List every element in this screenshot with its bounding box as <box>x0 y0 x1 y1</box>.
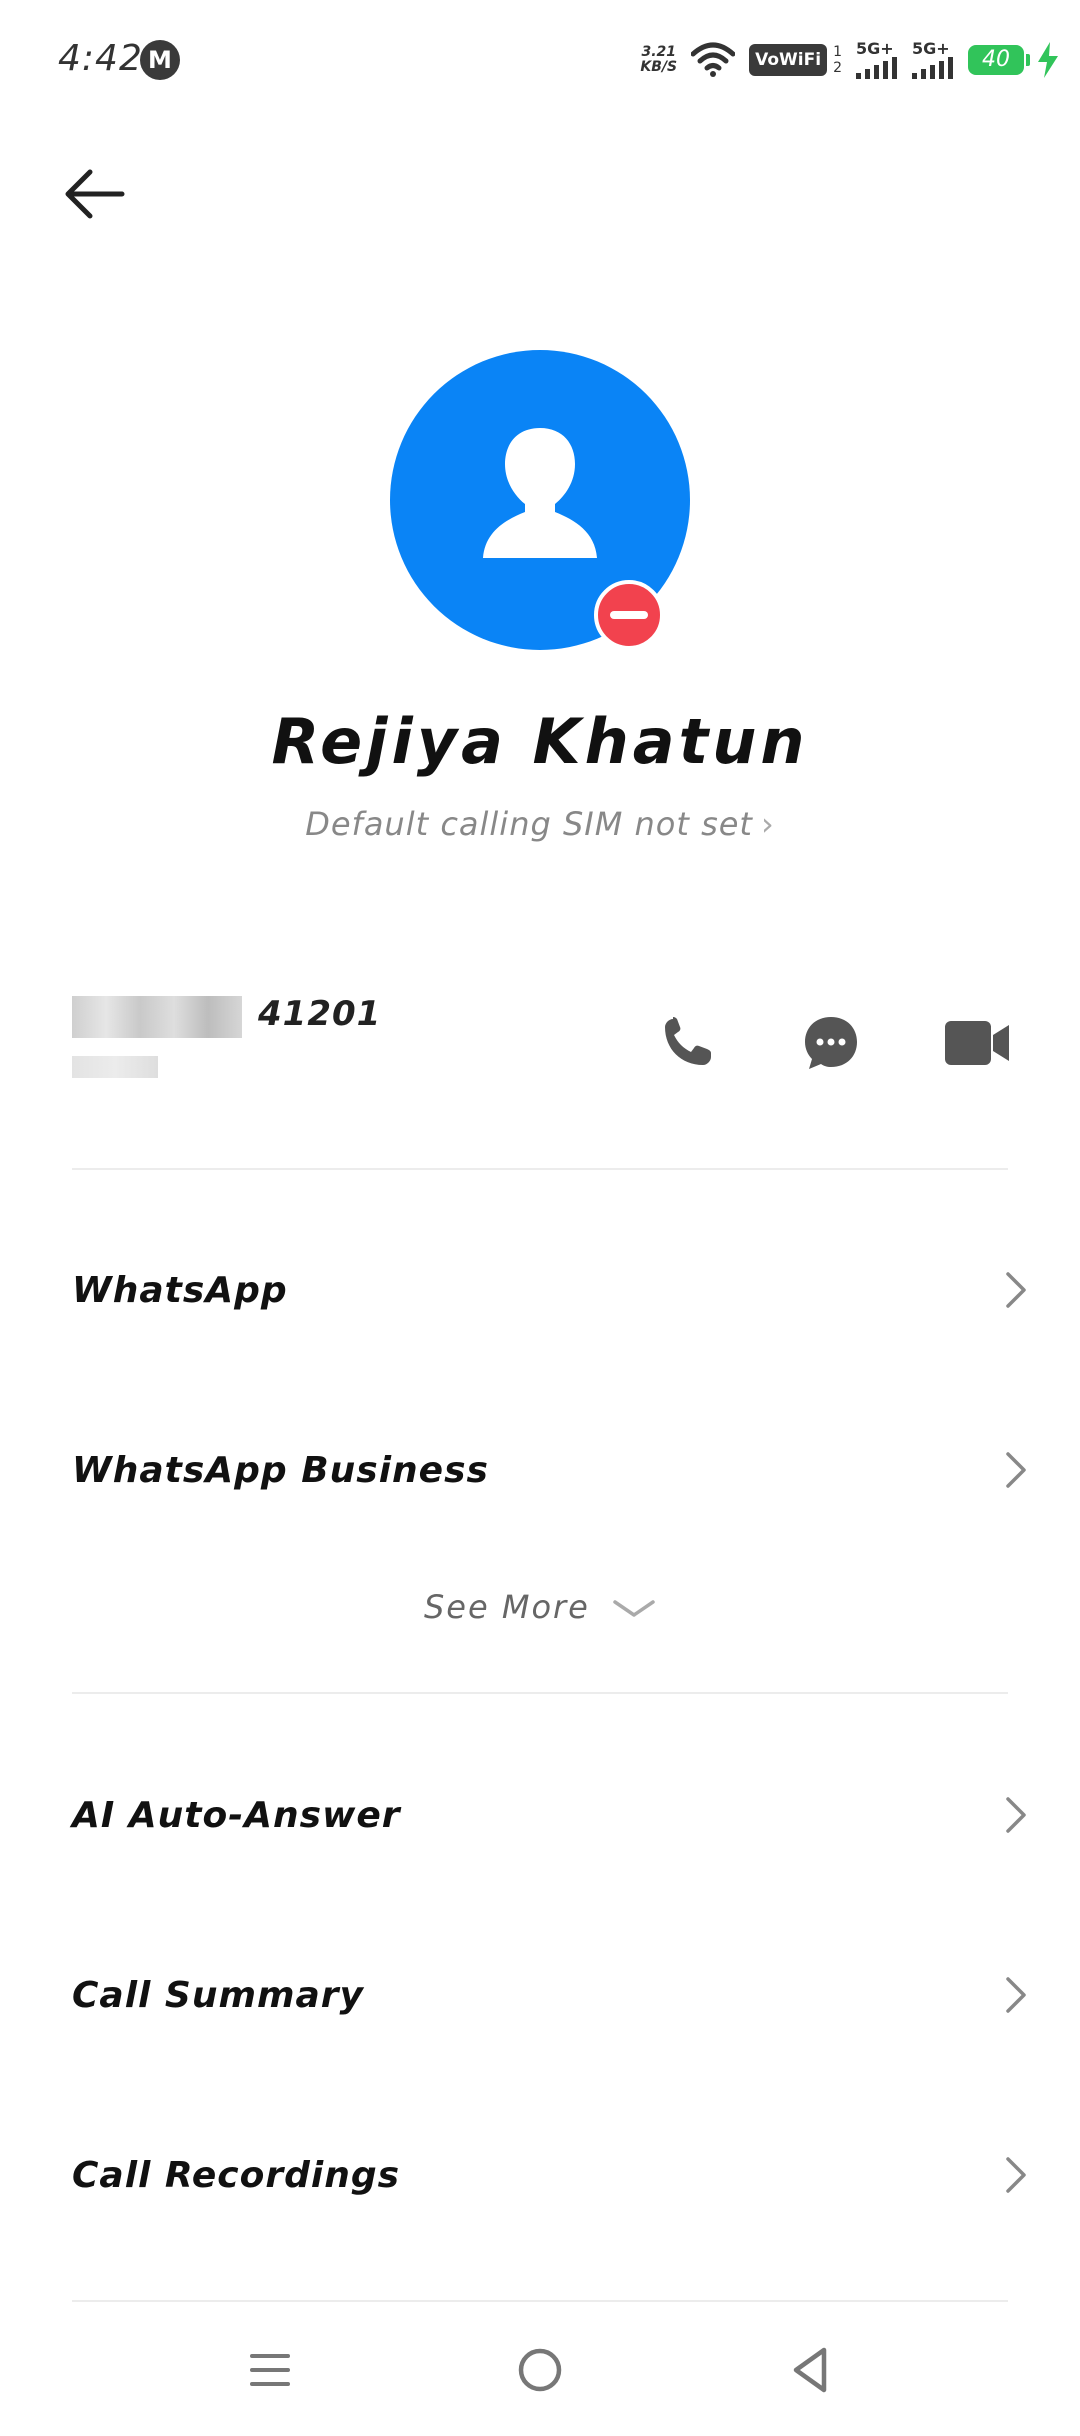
signal-1-label: 5G+ <box>856 39 894 58</box>
list-item-whatsapp[interactable]: WhatsApp <box>72 1230 1027 1350</box>
chevron-right-icon <box>987 1796 1027 1834</box>
minus-icon <box>610 611 648 619</box>
chat-bubble-icon <box>805 1017 857 1069</box>
home-button[interactable] <box>500 2330 580 2410</box>
signal-2-label: 5G+ <box>912 39 950 58</box>
status-time: 4:42 <box>58 38 143 79</box>
phone-icon <box>665 1017 711 1065</box>
phone-number-suffix: 41201 <box>258 994 382 1034</box>
wifi-icon <box>691 42 736 77</box>
signal-1: 5G+ <box>856 41 898 79</box>
sim1-label: 1 <box>833 44 842 60</box>
arrow-left-icon <box>65 169 125 219</box>
chevron-down-icon <box>613 1600 655 1617</box>
list-item-ai-auto-answer[interactable]: AI Auto-Answer <box>72 1755 1027 1875</box>
default-sim-label: Default calling SIM not set <box>305 805 753 843</box>
chevron-right-icon <box>987 1271 1027 1309</box>
carrier-icon: M <box>140 40 180 80</box>
video-call-button[interactable] <box>942 1008 1012 1078</box>
redacted-number <box>72 996 242 1038</box>
nav-back-button[interactable] <box>770 2330 850 2410</box>
status-bar: 4:42 M 3.21 KB/S VoWiFi 1 2 5G+ 5G+ 40 <box>0 0 1080 120</box>
phone-number-row[interactable]: 41201 <box>72 990 1012 1090</box>
sim-indicator: 1 2 <box>833 44 842 76</box>
divider <box>72 1692 1008 1694</box>
redacted-number-type <box>72 1056 158 1078</box>
see-more-button[interactable]: See More <box>0 1588 1080 1626</box>
see-more-label: See More <box>423 1588 590 1626</box>
chevron-right-icon <box>987 1451 1027 1489</box>
net-speed-value: 3.21 <box>641 44 677 60</box>
person-icon <box>483 428 597 558</box>
list-item-label: Call Recordings <box>72 2154 401 2196</box>
remove-contact-button[interactable] <box>594 580 664 650</box>
circle-home-icon <box>518 2348 562 2392</box>
message-button[interactable] <box>796 1008 866 1078</box>
chevron-right-icon: › <box>760 805 775 843</box>
charging-bolt-icon <box>1038 42 1058 78</box>
navigation-bar <box>0 2300 1080 2436</box>
video-camera-icon <box>945 1021 1009 1065</box>
contact-name: Rejiya Khatun <box>271 705 809 778</box>
call-button[interactable] <box>652 1008 722 1078</box>
chevron-right-icon <box>987 2156 1027 2194</box>
list-item-whatsapp-business[interactable]: WhatsApp Business <box>72 1410 1027 1530</box>
net-speed: 3.21 KB/S <box>640 45 677 75</box>
signal-2: 5G+ <box>912 41 954 79</box>
net-speed-unit: KB/S <box>640 59 678 75</box>
list-item-label: AI Auto-Answer <box>72 1794 401 1836</box>
sim2-label: 2 <box>833 60 842 76</box>
signal-bars-icon <box>912 57 953 79</box>
status-indicators: 3.21 KB/S VoWiFi 1 2 5G+ 5G+ 40 <box>640 38 1058 82</box>
list-item-label: WhatsApp <box>72 1269 288 1311</box>
default-sim-setting[interactable]: Default calling SIM not set › <box>0 805 1080 843</box>
menu-icon <box>250 2354 290 2386</box>
vowifi-badge: VoWiFi <box>749 44 828 76</box>
divider <box>72 1168 1008 1170</box>
battery-indicator: 40 <box>968 45 1030 75</box>
back-button[interactable] <box>58 158 130 230</box>
list-item-call-summary[interactable]: Call Summary <box>72 1935 1027 2055</box>
recent-apps-button[interactable] <box>230 2330 310 2410</box>
chevron-right-icon <box>987 1976 1027 2014</box>
triangle-back-icon <box>793 2347 827 2393</box>
signal-bars-icon <box>856 57 897 79</box>
list-item-label: Call Summary <box>72 1974 365 2016</box>
list-item-label: WhatsApp Business <box>72 1449 489 1491</box>
list-item-call-recordings[interactable]: Call Recordings <box>72 2115 1027 2235</box>
